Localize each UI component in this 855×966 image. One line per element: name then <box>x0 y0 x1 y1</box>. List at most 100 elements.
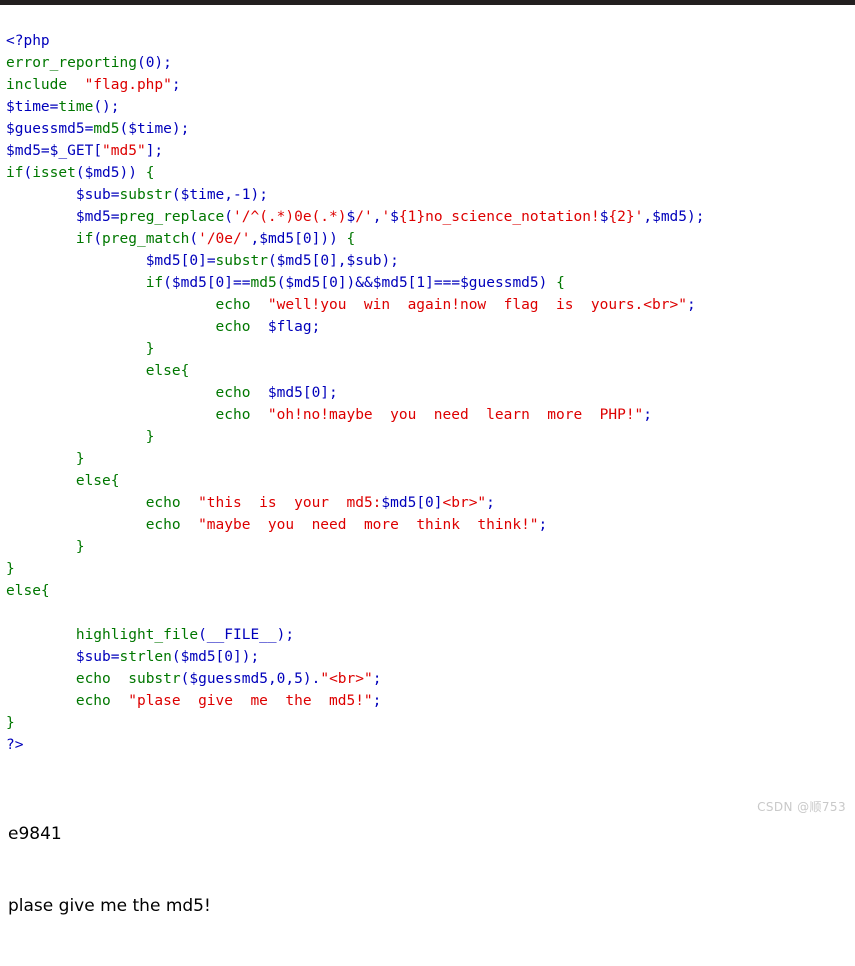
brace: { <box>346 230 356 247</box>
code-line: <?php <box>6 30 855 52</box>
keyword-else: else <box>145 362 181 379</box>
code-line: else{ <box>6 580 855 602</box>
function-name: substr <box>119 186 172 203</box>
number-literal: 0 <box>215 274 225 291</box>
punctuation: ( <box>171 648 181 665</box>
punctuation: ] <box>198 252 207 269</box>
code-line: echo $md5[0]; <box>6 382 855 404</box>
keyword-else: else <box>75 472 111 489</box>
variable: $sub <box>75 186 111 203</box>
punctuation: ( <box>163 274 172 291</box>
code-line: else{ <box>6 470 855 492</box>
punctuation: ( <box>267 252 277 269</box>
punctuation: , <box>250 230 260 247</box>
variable: $sub <box>346 252 382 269</box>
punctuation: , <box>285 670 295 687</box>
punctuation: ( <box>75 164 85 181</box>
operator: = <box>110 648 120 665</box>
code-line: if($md5[0]==md5($md5[0])&&$md5[1]===$gue… <box>6 272 855 294</box>
code-line: $guessmd5=md5($time); <box>6 118 855 140</box>
punctuation: ]; <box>145 142 164 159</box>
brace: } <box>6 560 15 577</box>
code-line: error_reporting(0); <box>6 52 855 74</box>
punctuation: ])) <box>311 230 338 247</box>
code-line: if(preg_match('/0e/',$md5[0])) { <box>6 228 855 250</box>
punctuation: ]); <box>233 648 260 665</box>
brace: { <box>110 472 120 489</box>
number-literal: 0 <box>329 274 338 291</box>
punctuation: ( <box>198 626 207 643</box>
string-literal: "<br>" <box>320 670 373 687</box>
punctuation: ; <box>311 318 321 335</box>
code-line: $md5=$_GET["md5"]; <box>6 140 855 162</box>
number-literal: 1 <box>416 274 426 291</box>
code-line: } <box>6 338 855 360</box>
function-name: md5 <box>93 120 120 137</box>
punctuation: [ <box>93 142 103 159</box>
number-literal: 0 <box>189 252 199 269</box>
operator: = <box>84 120 94 137</box>
keyword-if: if <box>6 164 24 181</box>
punctuation: ); <box>171 120 190 137</box>
string-literal: "this is your md5: <box>198 494 382 511</box>
variable: $md5 <box>276 252 312 269</box>
code-line: } <box>6 712 855 734</box>
punctuation: ); <box>687 208 705 225</box>
punctuation: ( <box>119 120 129 137</box>
operator: == <box>233 274 251 291</box>
code-line: echo substr($guessmd5,0,5)."<br>"; <box>6 668 855 690</box>
number-literal: 5 <box>294 670 303 687</box>
keyword-else: else <box>6 582 41 599</box>
code-line: echo "plase give me the md5!"; <box>6 690 855 712</box>
variable: $md5 <box>145 252 181 269</box>
punctuation: ; <box>372 692 382 709</box>
string-literal: {1}no_science_notation! <box>398 208 600 225</box>
punctuation: ( <box>224 208 233 225</box>
function-name: substr <box>128 670 181 687</box>
string-literal: "maybe you need more think think!" <box>198 516 539 533</box>
punctuation: ; <box>171 76 181 93</box>
code-line: echo $flag; <box>6 316 855 338</box>
punctuation: ; <box>486 494 495 511</box>
keyword-if: if <box>145 274 164 291</box>
function-name: md5 <box>250 274 277 291</box>
variable: $guessmd5 <box>460 274 539 291</box>
code-line: echo "well!you win again!now flag is you… <box>6 294 855 316</box>
punctuation: [ <box>206 274 216 291</box>
brace: { <box>556 274 565 291</box>
punctuation: , <box>224 186 234 203</box>
code-line: $md5[0]=substr($md5[0],$sub); <box>6 250 855 272</box>
brace: } <box>75 538 85 555</box>
punctuation: , <box>643 208 653 225</box>
string-literal: /' <box>355 208 373 225</box>
keyword-echo: echo <box>75 692 111 709</box>
punctuation: ); <box>250 186 268 203</box>
code-line: include "flag.php"; <box>6 74 855 96</box>
string-literal: "well!you win again!now flag is yours.<b… <box>267 296 687 313</box>
variable: $md5 <box>285 274 321 291</box>
string-literal: '/^(.*)0e(.*) <box>233 208 347 225</box>
variable: $sub <box>75 648 111 665</box>
brace: } <box>145 428 155 445</box>
punctuation: [ <box>294 230 303 247</box>
number-literal: -1 <box>233 186 251 203</box>
punctuation: ; <box>643 406 653 423</box>
keyword-echo: echo <box>215 318 251 335</box>
punctuation: , <box>267 670 277 687</box>
keyword-include: include <box>6 76 68 93</box>
code-line: } <box>6 558 855 580</box>
punctuation: ). <box>302 670 321 687</box>
function-name: isset <box>32 164 76 181</box>
code-line: } <box>6 536 855 558</box>
punctuation: ] <box>224 274 234 291</box>
code-line: $time=time(); <box>6 96 855 118</box>
output-line-guess-md5-prefix: e9841 <box>8 824 62 844</box>
variable: $md5 <box>180 648 216 665</box>
code-line: echo "this is your md5:$md5[0]<br>"; <box>6 492 855 514</box>
brace: } <box>145 340 155 357</box>
punctuation: ; <box>538 516 548 533</box>
punctuation: (); <box>93 98 120 115</box>
dollar-in-string: $ <box>390 208 399 225</box>
code-line: $sub=strlen($md5[0]); <box>6 646 855 668</box>
brace: } <box>6 714 15 731</box>
